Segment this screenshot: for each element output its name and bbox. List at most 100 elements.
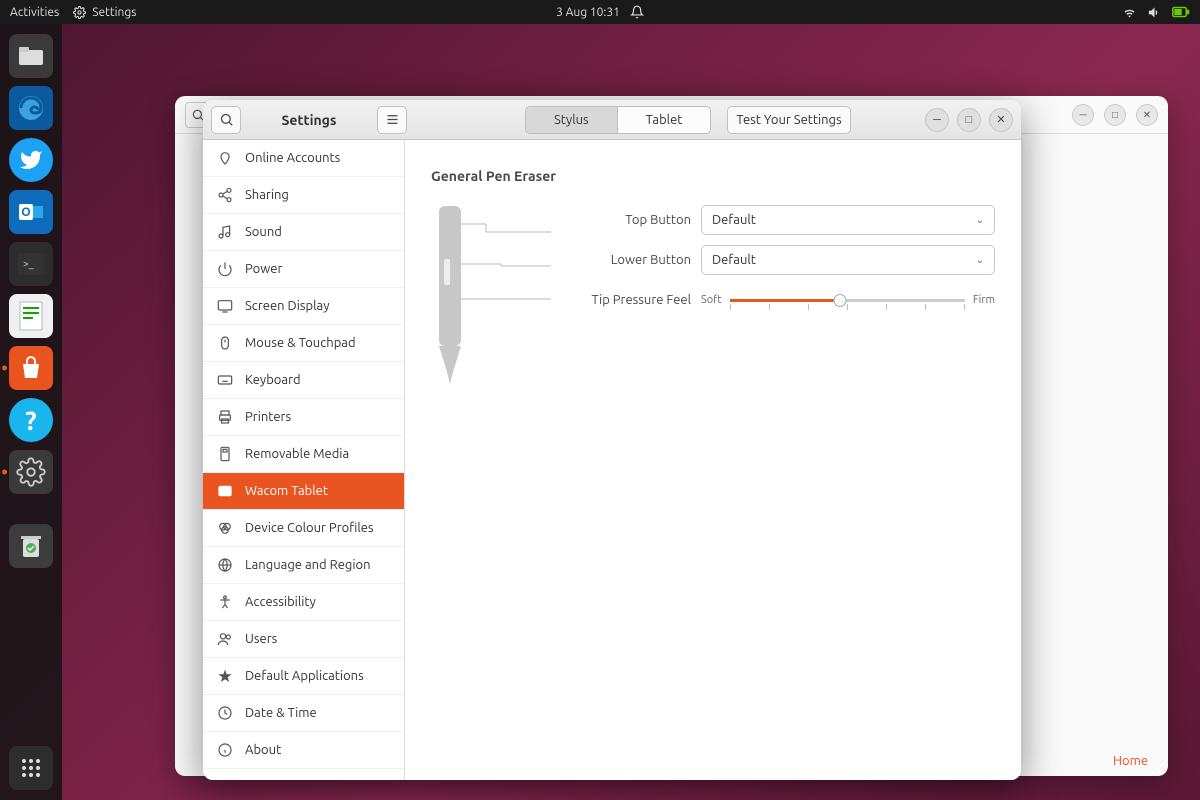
sidebar-item-label: About (245, 743, 281, 757)
sidebar-item-language-region[interactable]: Language and Region (203, 547, 404, 584)
top-button-combo[interactable]: Default ⌄ (701, 205, 995, 235)
settings-header: Settings Stylus Tablet Test Your Setting… (203, 100, 1021, 140)
bg-home-link[interactable]: Home (1113, 754, 1148, 768)
bell-icon[interactable] (630, 5, 644, 19)
language-region-icon (217, 557, 233, 573)
activities-button[interactable]: Activities (10, 6, 59, 19)
settings-sidebar: Online Accounts Sharing Sound Power Screen D… (203, 140, 405, 780)
bg-minimize-button[interactable]: ─ (1072, 104, 1094, 126)
sidebar-item-date-time[interactable]: Date & Time (203, 695, 404, 732)
power-icon (217, 261, 233, 277)
default-apps-icon (217, 668, 233, 684)
slider-firm-label: Firm (973, 294, 995, 306)
dock-settings[interactable] (9, 450, 53, 494)
dock-trash[interactable] (9, 524, 53, 568)
content-heading: General Pen Eraser (431, 168, 995, 184)
pen-diagram (431, 204, 551, 404)
top-bar: Activities Settings 3 Aug 10:31 (0, 0, 1200, 24)
sidebar-item-label: Printers (245, 410, 291, 424)
slider-soft-label: Soft (701, 294, 722, 306)
sidebar-item-printers[interactable]: Printers (203, 399, 404, 436)
dock-help[interactable]: ? (9, 398, 53, 442)
tip-pressure-slider[interactable] (730, 290, 965, 310)
svg-text:>_: >_ (23, 258, 34, 269)
dock-twitter[interactable] (9, 138, 53, 182)
sidebar-item-label: Power (245, 262, 282, 276)
chevron-down-icon: ⌄ (976, 214, 984, 226)
screen-display-icon (217, 298, 233, 314)
bg-close-button[interactable]: ✕ (1136, 104, 1158, 126)
battery-icon[interactable] (1172, 5, 1190, 19)
maximize-button[interactable]: □ (957, 108, 981, 132)
sidebar-item-label: Users (245, 632, 277, 646)
printers-icon (217, 409, 233, 425)
dock-files[interactable] (9, 34, 53, 78)
sidebar-item-screen-display[interactable]: Screen Display (203, 288, 404, 325)
tab-stylus[interactable]: Stylus (526, 107, 618, 133)
lower-button-combo[interactable]: Default ⌄ (701, 245, 995, 275)
sidebar-item-accessibility[interactable]: Accessibility (203, 584, 404, 621)
sidebar-item-label: Accessibility (245, 595, 316, 609)
dock-edge[interactable] (9, 86, 53, 130)
test-your-settings-button[interactable]: Test Your Settings (727, 106, 850, 134)
users-icon (217, 631, 233, 647)
settings-window: Settings Stylus Tablet Test Your Setting… (203, 100, 1021, 780)
sidebar-item-label: Wacom Tablet (245, 484, 328, 498)
about-icon (217, 742, 233, 758)
keyboard-icon (217, 372, 233, 388)
sidebar-item-colour-profiles[interactable]: Device Colour Profiles (203, 510, 404, 547)
sidebar-item-label: Default Applications (245, 669, 364, 683)
dock: O >_ ? (0, 24, 62, 800)
bg-maximize-button[interactable]: □ (1104, 104, 1126, 126)
close-button[interactable]: ✕ (989, 108, 1013, 132)
header-menu-button[interactable] (377, 106, 407, 134)
accessibility-icon (217, 594, 233, 610)
sidebar-item-label: Date & Time (245, 706, 317, 720)
sidebar-item-label: Screen Display (245, 299, 329, 313)
sidebar-item-users[interactable]: Users (203, 621, 404, 658)
sidebar-item-about[interactable]: About (203, 732, 404, 769)
sharing-icon (217, 187, 233, 203)
top-button-value: Default (712, 213, 756, 227)
online-accounts-icon (217, 150, 233, 166)
volume-icon[interactable] (1147, 5, 1162, 20)
sidebar-item-default-apps[interactable]: Default Applications (203, 658, 404, 695)
tab-tablet[interactable]: Tablet (618, 107, 711, 133)
sidebar-item-mouse-touchpad[interactable]: Mouse & Touchpad (203, 325, 404, 362)
dock-outlook[interactable]: O (9, 190, 53, 234)
sidebar-item-keyboard[interactable]: Keyboard (203, 362, 404, 399)
gear-icon (73, 6, 86, 19)
sidebar-item-label: Language and Region (245, 558, 371, 572)
sidebar-item-label: Sharing (245, 188, 289, 202)
sidebar-item-sound[interactable]: Sound (203, 214, 404, 251)
tip-pressure-label: Tip Pressure Feel (551, 293, 691, 307)
dock-terminal[interactable]: >_ (9, 242, 53, 286)
sidebar-item-power[interactable]: Power (203, 251, 404, 288)
topbar-app-indicator[interactable]: Settings (73, 6, 136, 19)
colour-profiles-icon (217, 520, 233, 536)
clock[interactable]: 3 Aug 10:31 (556, 6, 620, 19)
wifi-icon[interactable] (1122, 5, 1137, 20)
settings-content: General Pen Eraser Top (405, 140, 1021, 780)
sidebar-item-removable-media[interactable]: Removable Media (203, 436, 404, 473)
topbar-app-label: Settings (92, 6, 136, 19)
dock-writer[interactable] (9, 294, 53, 338)
sidebar-item-label: Mouse & Touchpad (245, 336, 356, 350)
chevron-down-icon: ⌄ (976, 254, 984, 266)
sidebar-item-wacom-tablet[interactable]: Wacom Tablet (203, 473, 404, 510)
sidebar-item-online-accounts[interactable]: Online Accounts (203, 140, 404, 177)
stylus-tablet-switcher: Stylus Tablet (525, 106, 711, 134)
sound-icon (217, 224, 233, 240)
date-time-icon (217, 705, 233, 721)
mouse-touchpad-icon (217, 335, 233, 351)
window-title: Settings (249, 112, 369, 128)
sidebar-item-label: Device Colour Profiles (245, 521, 374, 535)
dock-show-apps[interactable] (9, 746, 53, 790)
sidebar-item-label: Keyboard (245, 373, 301, 387)
sidebar-item-sharing[interactable]: Sharing (203, 177, 404, 214)
minimize-button[interactable]: ─ (925, 108, 949, 132)
header-search-button[interactable] (211, 106, 241, 134)
dock-software[interactable] (9, 346, 53, 390)
lower-button-label: Lower Button (551, 253, 691, 267)
sidebar-item-label: Sound (245, 225, 282, 239)
